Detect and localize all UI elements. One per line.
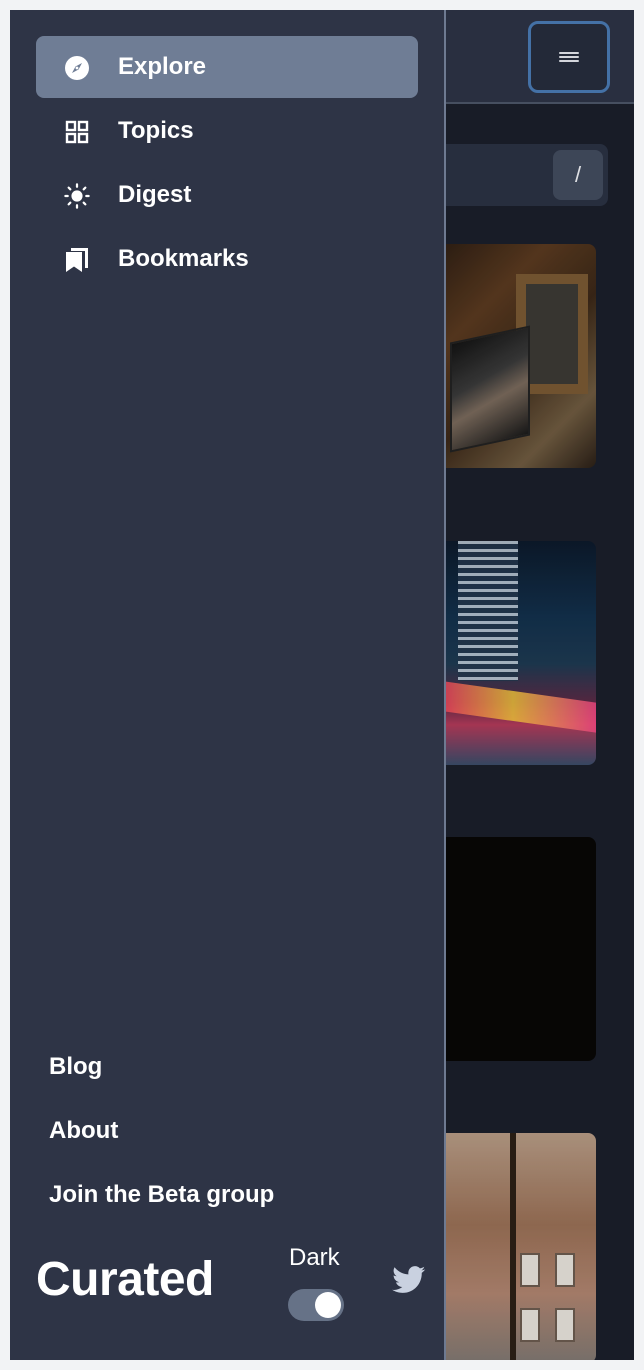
grid-icon: [64, 119, 90, 145]
dark-mode-toggle[interactable]: [288, 1289, 344, 1321]
navigation-drawer: Explore Topics Digest Bookmarks Blog Abo…: [10, 10, 446, 1360]
about-link[interactable]: About: [49, 1114, 274, 1178]
brand-logo[interactable]: Curated: [36, 1252, 214, 1307]
nav-item-label: Bookmarks: [118, 245, 249, 272]
bookmarks-icon: [64, 247, 90, 273]
twitter-icon[interactable]: [392, 1266, 426, 1294]
nav-item-explore[interactable]: Explore: [36, 36, 418, 98]
join-beta-link[interactable]: Join the Beta group: [49, 1178, 274, 1242]
nav-item-digest[interactable]: Digest: [36, 164, 418, 226]
theme-toggle-label: Dark: [289, 1244, 340, 1271]
sun-icon: [64, 183, 90, 209]
nav-item-bookmarks[interactable]: Bookmarks: [36, 228, 418, 290]
app-window: / Explore Topics Digest Bookmarks Blog A…: [10, 10, 634, 1360]
nav-item-topics[interactable]: Topics: [36, 100, 418, 162]
toggle-knob: [315, 1292, 341, 1318]
drawer-nav: Explore Topics Digest Bookmarks: [36, 36, 418, 292]
blog-link[interactable]: Blog: [49, 1050, 274, 1114]
nav-item-label: Digest: [118, 181, 192, 208]
nav-item-label: Explore: [118, 53, 207, 80]
footer-links: Blog About Join the Beta group: [49, 1050, 274, 1242]
nav-item-label: Topics: [118, 117, 194, 144]
compass-icon: [64, 55, 90, 81]
